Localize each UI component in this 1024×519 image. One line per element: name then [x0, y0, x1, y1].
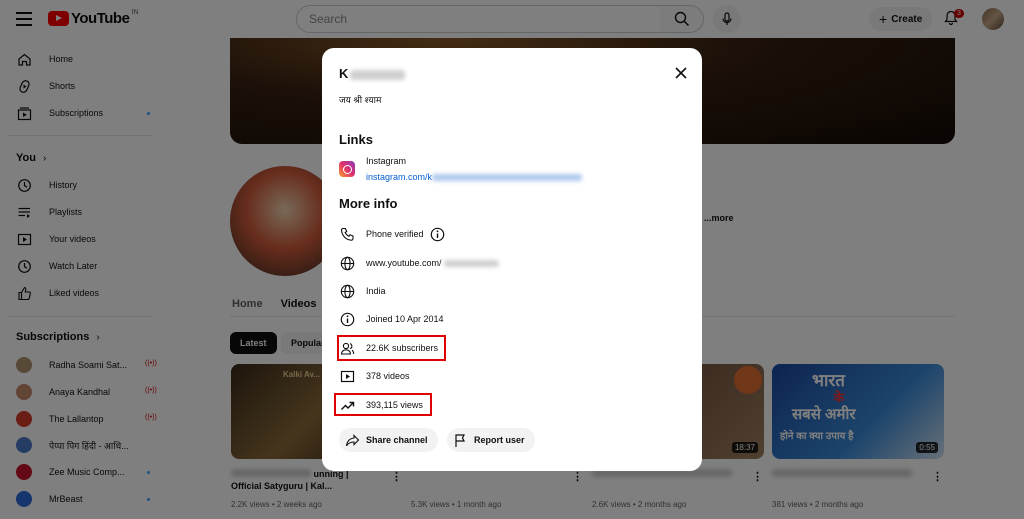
joined-text: Joined 10 Apr 2014 — [366, 314, 444, 324]
share-label: Share channel — [366, 435, 428, 445]
globe-icon — [339, 283, 355, 299]
country-text: India — [366, 286, 386, 296]
phone-icon — [339, 226, 355, 242]
report-label: Report user — [474, 435, 525, 445]
country-row: India — [339, 282, 386, 300]
channel-about-dialog: K जय श्री श्याम Links Instagram instagra… — [322, 48, 702, 471]
channel-name: K — [339, 66, 406, 81]
share-channel-button[interactable]: Share channel — [339, 428, 438, 452]
highlight-box — [334, 393, 432, 416]
channel-description: जय श्री श्याम — [339, 95, 382, 105]
joined-row: Joined 10 Apr 2014 — [339, 310, 444, 328]
videos-count-text: 378 videos — [366, 371, 410, 381]
redacted-name — [350, 69, 406, 80]
highlight-box — [337, 335, 446, 361]
redacted-url — [443, 259, 499, 267]
link-title: Instagram — [366, 156, 407, 166]
flag-icon — [455, 433, 465, 447]
more-info-heading: More info — [339, 196, 398, 211]
videos-count-row: 378 videos — [339, 367, 410, 385]
info-icon — [339, 311, 355, 327]
info-icon[interactable] — [430, 226, 446, 242]
website-row[interactable]: www.youtube.com/ — [339, 254, 499, 272]
instagram-link[interactable]: instagram.com/k — [366, 172, 583, 182]
phone-verified-text: Phone verified — [366, 229, 424, 239]
video-icon — [339, 368, 355, 384]
website-text: www.youtube.com/ — [366, 258, 442, 268]
report-user-button[interactable]: Report user — [447, 428, 535, 452]
redacted-url — [432, 174, 583, 182]
globe-icon — [339, 255, 355, 271]
close-button[interactable] — [672, 64, 690, 82]
links-heading: Links — [339, 132, 373, 147]
phone-verified-row: Phone verified — [339, 225, 446, 243]
close-icon — [675, 67, 687, 79]
instagram-icon — [339, 161, 355, 177]
share-icon — [345, 433, 360, 446]
